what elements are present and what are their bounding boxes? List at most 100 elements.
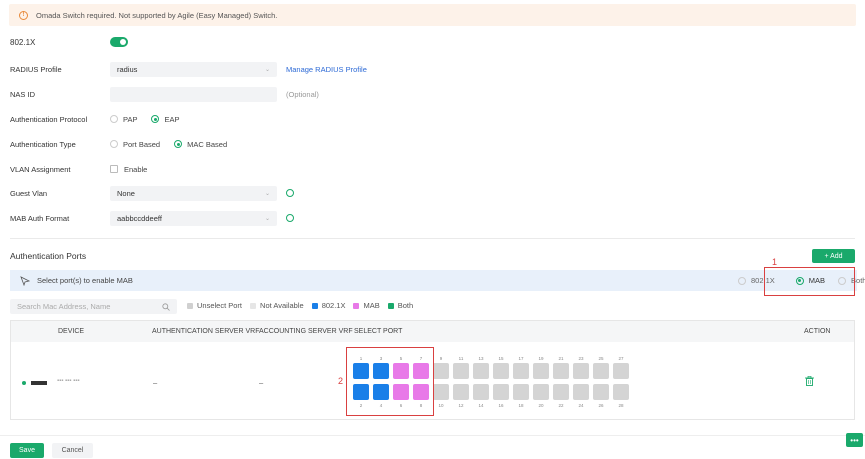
port-27[interactable] bbox=[613, 363, 629, 379]
port-based-label: Port Based bbox=[123, 139, 161, 149]
footer-divider bbox=[0, 435, 865, 436]
legend-label: Unselect Port bbox=[197, 301, 243, 310]
banner-text: Omada Switch required. Not supported by … bbox=[36, 10, 278, 20]
guest-vlan-label: Guest Vlan bbox=[10, 188, 48, 198]
port-19[interactable] bbox=[533, 363, 549, 379]
legend-item: Unselect Port bbox=[187, 301, 242, 310]
legend-item: Both bbox=[387, 301, 413, 310]
enable-label: Enable bbox=[124, 164, 148, 174]
radius-profile-label: RADIUS Profile bbox=[10, 64, 62, 74]
chevron-down-icon: ⌄ bbox=[264, 215, 270, 222]
annotation-number-1: 1 bbox=[772, 257, 778, 267]
col-device: DEVICE bbox=[58, 328, 85, 335]
port-10[interactable] bbox=[433, 384, 449, 400]
port-number: 28 bbox=[618, 403, 624, 408]
warning-icon: ! bbox=[19, 10, 28, 20]
legend-swatch bbox=[250, 302, 257, 309]
annotation-number-2: 2 bbox=[338, 376, 344, 386]
annotation-box-1 bbox=[764, 267, 855, 296]
port-16[interactable] bbox=[493, 384, 509, 400]
legend-item: MAB bbox=[353, 301, 380, 310]
auth-type-row: Authentication Type Port Based MAC Based bbox=[10, 136, 241, 152]
port-number: 16 bbox=[498, 403, 504, 408]
nas-id-hint: (Optional) bbox=[286, 89, 319, 99]
dot1x-toggle[interactable] bbox=[110, 37, 128, 47]
col-action: ACTION bbox=[804, 328, 831, 335]
port-number: 9 bbox=[439, 356, 443, 361]
guest-vlan-select[interactable]: None ⌄ bbox=[110, 185, 277, 201]
port-legend: Unselect Port Not Available 802.1X MAB Both bbox=[187, 301, 421, 310]
guest-vlan-row: Guest Vlan None ⌄ bbox=[10, 185, 294, 201]
manage-radius-link[interactable]: Manage RADIUS Profile bbox=[286, 65, 367, 74]
chat-icon[interactable]: ••• bbox=[846, 433, 863, 447]
vlan-assignment-label: VLAN Assignment bbox=[10, 164, 71, 174]
port-11[interactable] bbox=[453, 363, 469, 379]
legend-swatch bbox=[387, 302, 394, 309]
port-number: 15 bbox=[498, 356, 504, 361]
status-dot bbox=[22, 381, 26, 385]
radius-profile-select[interactable]: radius ⌄ bbox=[110, 61, 277, 77]
col-acct-vrf: ACCOUNTING SERVER VRF bbox=[259, 328, 353, 335]
port-number: 11 bbox=[458, 356, 464, 361]
port-26[interactable] bbox=[593, 384, 609, 400]
auth-protocol-eap[interactable]: EAP bbox=[151, 115, 179, 124]
mab-bar: Select port(s) to enable MAB 802.1X MAB … bbox=[10, 270, 865, 291]
vlan-enable-checkbox[interactable]: Enable bbox=[110, 165, 147, 174]
port-15[interactable] bbox=[493, 363, 509, 379]
port-18[interactable] bbox=[513, 384, 529, 400]
port-number: 20 bbox=[538, 403, 544, 408]
port-number: 12 bbox=[458, 403, 464, 408]
cancel-button[interactable]: Cancel bbox=[52, 443, 93, 458]
radius-profile-row: RADIUS Profile radius ⌄ Manage RADIUS Pr… bbox=[10, 61, 367, 77]
legend-label: MAB bbox=[363, 301, 380, 310]
port-17[interactable] bbox=[513, 363, 529, 379]
nas-id-label: NAS ID bbox=[10, 89, 36, 99]
port-14[interactable] bbox=[473, 384, 489, 400]
auth-type-mac-based[interactable]: MAC Based bbox=[174, 140, 227, 149]
radio-icon bbox=[738, 276, 746, 285]
port-23[interactable] bbox=[573, 363, 589, 379]
mab-format-label: MAB Auth Format bbox=[10, 213, 70, 223]
device-icon bbox=[31, 381, 47, 385]
port-number: 18 bbox=[518, 403, 524, 408]
auth-type-label: Authentication Type bbox=[10, 139, 76, 149]
port-number: 27 bbox=[618, 356, 624, 361]
auth-type-port-based[interactable]: Port Based bbox=[110, 140, 160, 149]
annotation-box-2 bbox=[346, 347, 434, 416]
nas-id-input[interactable] bbox=[110, 86, 277, 102]
trash-icon[interactable] bbox=[805, 376, 814, 386]
port-13[interactable] bbox=[473, 363, 489, 379]
port-9[interactable] bbox=[433, 363, 449, 379]
port-25[interactable] bbox=[593, 363, 609, 379]
info-icon[interactable] bbox=[286, 214, 294, 222]
col-auth-vrf: AUTHENTICATION SERVER VRF bbox=[152, 328, 260, 335]
port-number: 17 bbox=[518, 356, 524, 361]
radio-icon bbox=[110, 115, 118, 123]
port-number: 21 bbox=[558, 356, 564, 361]
port-12[interactable] bbox=[453, 384, 469, 400]
table-header: DEVICE AUTHENTICATION SERVER VRF ACCOUNT… bbox=[11, 321, 854, 342]
port-28[interactable] bbox=[613, 384, 629, 400]
guest-vlan-value: None bbox=[117, 188, 135, 198]
add-button[interactable]: + Add bbox=[812, 249, 855, 263]
port-number: 13 bbox=[478, 356, 484, 361]
mac-based-label: MAC Based bbox=[187, 139, 228, 149]
port-number: 24 bbox=[578, 403, 584, 408]
port-20[interactable] bbox=[533, 384, 549, 400]
info-icon[interactable] bbox=[286, 189, 294, 197]
port-24[interactable] bbox=[573, 384, 589, 400]
save-button[interactable]: Save bbox=[10, 443, 44, 458]
mab-format-select[interactable]: aabbccddeeff ⌄ bbox=[110, 210, 277, 226]
nas-id-row: NAS ID (Optional) bbox=[10, 86, 319, 102]
port-21[interactable] bbox=[553, 363, 569, 379]
port-number: 23 bbox=[578, 356, 584, 361]
dot1x-row: 802.1X bbox=[10, 34, 128, 50]
search-placeholder: Search Mac Address, Name bbox=[17, 302, 111, 311]
port-22[interactable] bbox=[553, 384, 569, 400]
search-input[interactable]: Search Mac Address, Name bbox=[10, 299, 177, 314]
mab-bar-text: Select port(s) to enable MAB bbox=[37, 276, 133, 285]
pointer-icon bbox=[20, 275, 30, 286]
legend-label: Not Available bbox=[260, 301, 304, 310]
auth-protocol-pap[interactable]: PAP bbox=[110, 115, 137, 124]
pap-label: PAP bbox=[123, 114, 138, 124]
